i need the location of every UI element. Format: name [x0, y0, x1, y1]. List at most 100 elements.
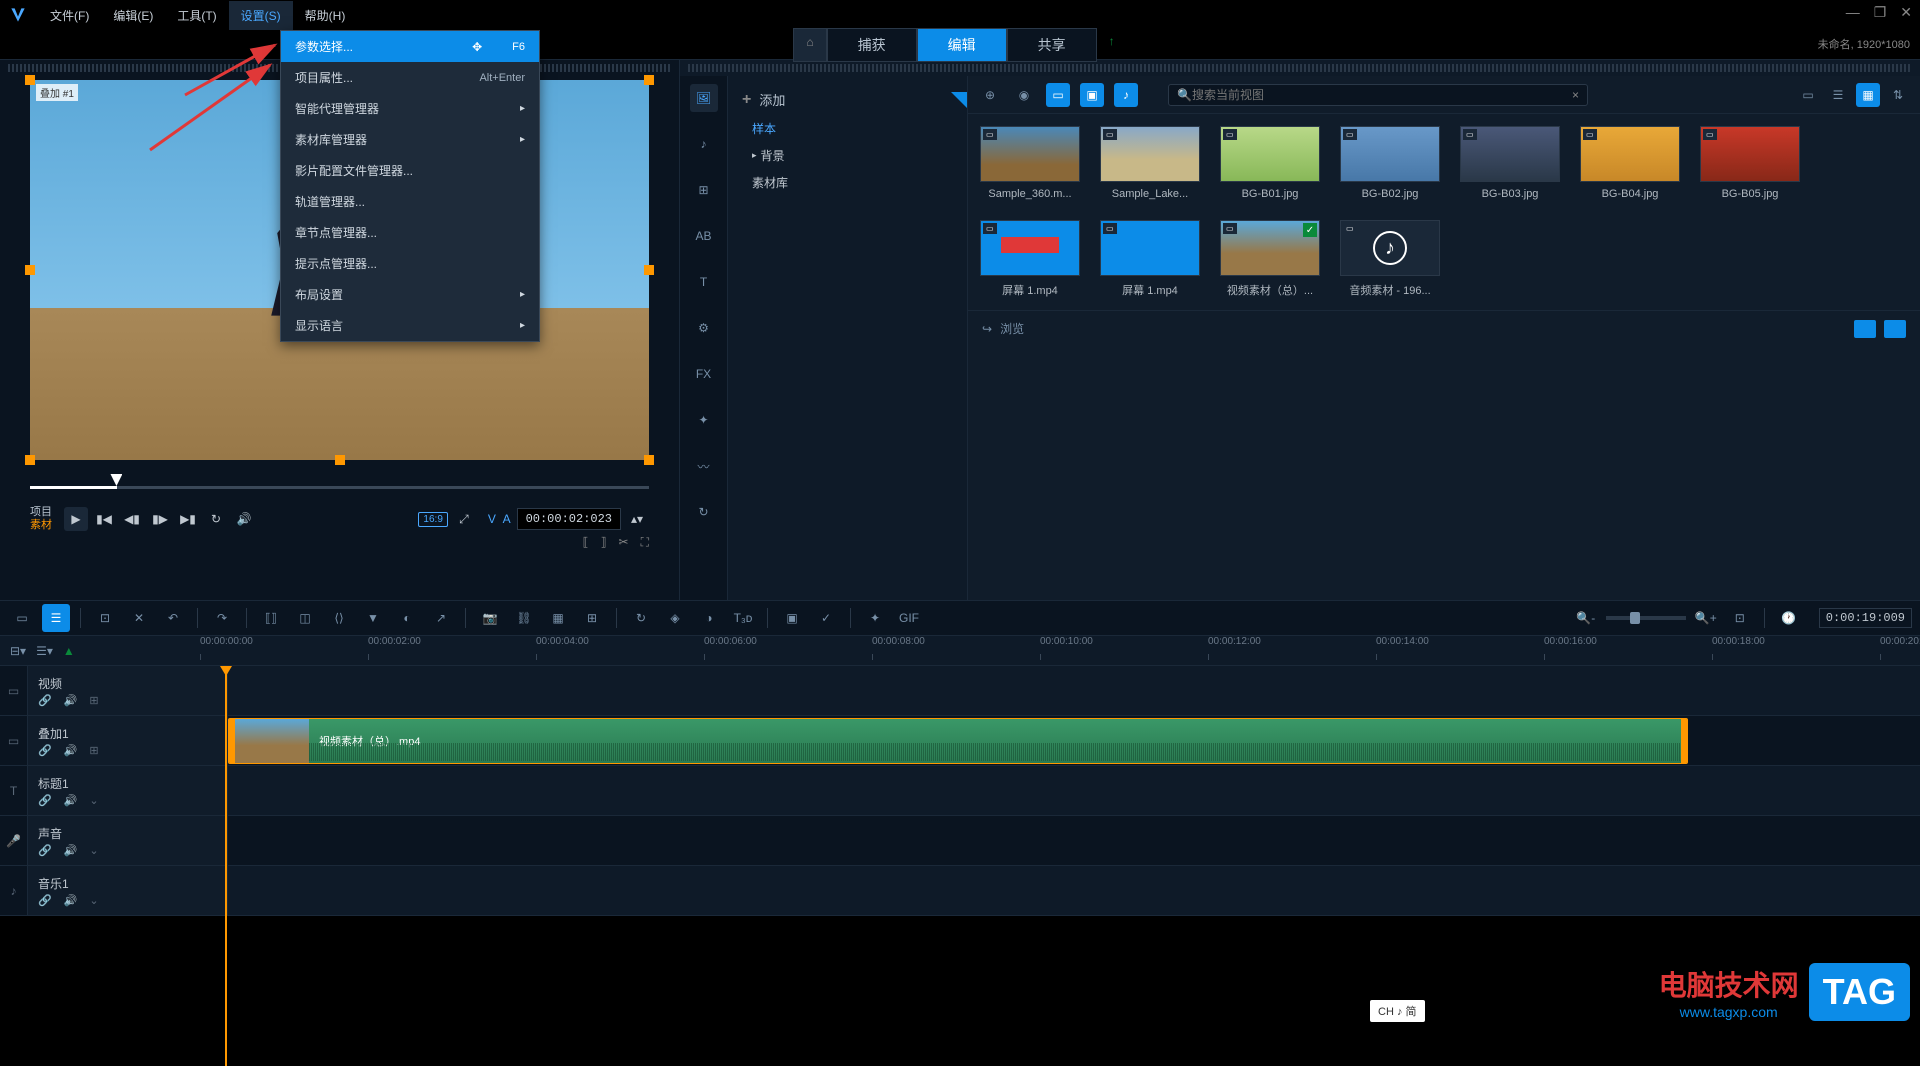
track-header[interactable]: 声音 🔗🔊⌄ — [28, 816, 228, 865]
redo-icon[interactable]: ↷ — [208, 604, 236, 632]
settings-icon[interactable]: ✕ — [125, 604, 153, 632]
aspect-ratio-badge[interactable]: 16:9 — [418, 512, 447, 527]
dropdown-library-manager[interactable]: 素材库管理器 ▸ — [281, 124, 539, 155]
motion-icon[interactable]: ↻ — [690, 498, 718, 526]
play-icon[interactable]: ▲ — [63, 644, 75, 658]
prev-frame-button[interactable]: ◀▮ — [120, 507, 144, 531]
crop-handle[interactable] — [644, 455, 654, 465]
3d-icon[interactable]: ◈ — [661, 604, 689, 632]
split-icon[interactable]: ⟨⟩ — [325, 604, 353, 632]
view-large-icon[interactable]: ▭ — [1796, 83, 1820, 107]
preview-scrubber[interactable] — [30, 474, 649, 492]
next-frame-button[interactable]: ▮▶ — [148, 507, 172, 531]
timeline-clip[interactable]: 视频素材（总）.mp4 — [228, 718, 1688, 764]
track-body[interactable] — [228, 666, 1920, 715]
timeline-view-icon[interactable]: ☰ — [42, 604, 70, 632]
mark-out-icon[interactable]: ⟧ — [601, 535, 607, 550]
tab-capture[interactable]: 捕获 — [827, 28, 917, 62]
image-filter-icon[interactable]: ▣ — [1080, 83, 1104, 107]
preview-mode-labels[interactable]: 项目 素材 — [30, 506, 52, 532]
crop-handle[interactable] — [25, 265, 35, 275]
zoom-slider[interactable] — [1606, 616, 1686, 620]
maximize-button[interactable]: ❐ — [1874, 4, 1887, 21]
chain-icon[interactable]: ⛓ — [510, 604, 538, 632]
grid-icon[interactable]: ▦ — [544, 604, 572, 632]
track-header[interactable]: 标题1 🔗🔊⌄ — [28, 766, 228, 815]
expand-icon[interactable]: ⛶ — [641, 535, 649, 550]
track-menu-icon[interactable]: ⊟▾ — [10, 644, 26, 658]
import-icon[interactable]: ⊕ — [978, 83, 1002, 107]
home-icon[interactable]: ⌂ — [793, 28, 826, 62]
add-folder-button[interactable]: + 添加 — [728, 84, 967, 115]
link-icon[interactable]: 🔗 — [38, 894, 52, 907]
thumbnail-item[interactable]: ▭ 音频素材 - 196... — [1340, 220, 1440, 298]
sort-icon[interactable]: ⇅ — [1886, 83, 1910, 107]
export-icon[interactable]: ▣ — [778, 604, 806, 632]
t3d-icon[interactable]: T₃ᴅ — [729, 604, 757, 632]
crop-handle[interactable] — [25, 75, 35, 85]
fit-icon[interactable]: ⊡ — [1726, 604, 1754, 632]
search-input[interactable] — [1192, 88, 1572, 102]
dropdown-cue-manager[interactable]: 提示点管理器... — [281, 248, 539, 279]
thumbnail-item[interactable]: ▭ BG-B02.jpg — [1340, 126, 1440, 200]
close-button[interactable]: ✕ — [1900, 4, 1912, 21]
dropdown-smart-proxy[interactable]: 智能代理管理器 ▸ — [281, 93, 539, 124]
mute-icon[interactable]: 🔊 — [64, 894, 78, 907]
fx-icon[interactable]: FX — [690, 360, 718, 388]
lock-icon[interactable]: ⊞ — [89, 744, 98, 757]
tab-share[interactable]: 共享 — [1007, 28, 1097, 62]
table-icon[interactable]: ⊞ — [578, 604, 606, 632]
mute-icon[interactable]: 🔊 — [64, 844, 78, 857]
track-header[interactable]: 音乐1 🔗🔊⌄ — [28, 866, 228, 915]
camera-icon[interactable]: 📷 — [476, 604, 504, 632]
video-filter-icon[interactable]: ▭ — [1046, 83, 1070, 107]
media-icon[interactable]: 🖼 — [690, 84, 718, 112]
tree-item-background[interactable]: ▸ 背景 — [728, 142, 967, 169]
overlay-icon[interactable]: ⚙ — [690, 314, 718, 342]
clip-edge-right[interactable] — [1681, 719, 1687, 763]
upload-icon[interactable]: ↑ — [1097, 28, 1127, 62]
thumbnail-item[interactable]: ▭ ✓ 视频素材（总）... — [1220, 220, 1320, 298]
collapse-icon[interactable]: ⌄ — [89, 844, 98, 857]
audio-filter-icon[interactable]: ♪ — [1114, 83, 1138, 107]
crop-handle[interactable] — [644, 265, 654, 275]
dropdown-language[interactable]: 显示语言 ▸ — [281, 310, 539, 341]
loop-button[interactable]: ↻ — [204, 507, 228, 531]
timecode-stepper[interactable]: ▴▾ — [625, 507, 649, 531]
crop-handle[interactable] — [335, 455, 345, 465]
track-body[interactable]: 视频素材（总）.mp4 — [228, 716, 1920, 765]
crop-icon[interactable]: ◫ — [291, 604, 319, 632]
dropdown-movie-profile[interactable]: 影片配置文件管理器... — [281, 155, 539, 186]
tree-item-sample[interactable]: 样本 — [728, 115, 967, 142]
mute-icon[interactable]: 🔊 — [64, 744, 78, 757]
track-header[interactable]: 叠加1 🔗🔊⊞ — [28, 716, 228, 765]
thumbnail-item[interactable]: ▭ BG-B05.jpg — [1700, 126, 1800, 200]
dropdown-chapter-manager[interactable]: 章节点管理器... — [281, 217, 539, 248]
go-start-button[interactable]: ▮◀ — [92, 507, 116, 531]
track-opts-icon[interactable]: ☰▾ — [36, 644, 53, 658]
marker-icon[interactable]: ▼ — [359, 604, 387, 632]
thumbnail-item[interactable]: ▭ Sample_360.m... — [980, 126, 1080, 200]
tab-edit[interactable]: 编辑 — [917, 28, 1007, 62]
minimize-button[interactable]: — — [1846, 4, 1860, 21]
link-icon[interactable]: 🔗 — [38, 794, 52, 807]
mark-in-icon[interactable]: ⟦ — [583, 535, 589, 550]
view-list-icon[interactable]: ☰ — [1826, 83, 1850, 107]
title-icon[interactable]: T — [690, 268, 718, 296]
zoom-out-icon[interactable]: 🔍- — [1572, 604, 1600, 632]
play-button[interactable]: ▶ — [64, 507, 88, 531]
record-icon[interactable]: ◉ — [1012, 83, 1036, 107]
menu-settings[interactable]: 设置(S) — [229, 1, 293, 30]
volume-button[interactable]: 🔊 — [232, 507, 256, 531]
thumbnail-item[interactable]: ▭ Sample_Lake... — [1100, 126, 1200, 200]
browse-icon[interactable]: ↪ — [982, 322, 992, 336]
resize-icon[interactable]: ⤢ — [452, 507, 476, 531]
collapse-icon[interactable]: ⌄ — [89, 894, 98, 907]
browse-label[interactable]: 浏览 — [1000, 320, 1024, 337]
menu-help[interactable]: 帮助(H) — [293, 1, 358, 30]
filter-icon[interactable]: ✦ — [690, 406, 718, 434]
footer-button-1[interactable] — [1854, 320, 1876, 338]
thumbnail-item[interactable]: ▭ 屏幕 1.mp4 — [980, 220, 1080, 298]
menu-file[interactable]: 文件(F) — [38, 1, 101, 30]
view-grid-icon[interactable]: ▦ — [1856, 83, 1880, 107]
